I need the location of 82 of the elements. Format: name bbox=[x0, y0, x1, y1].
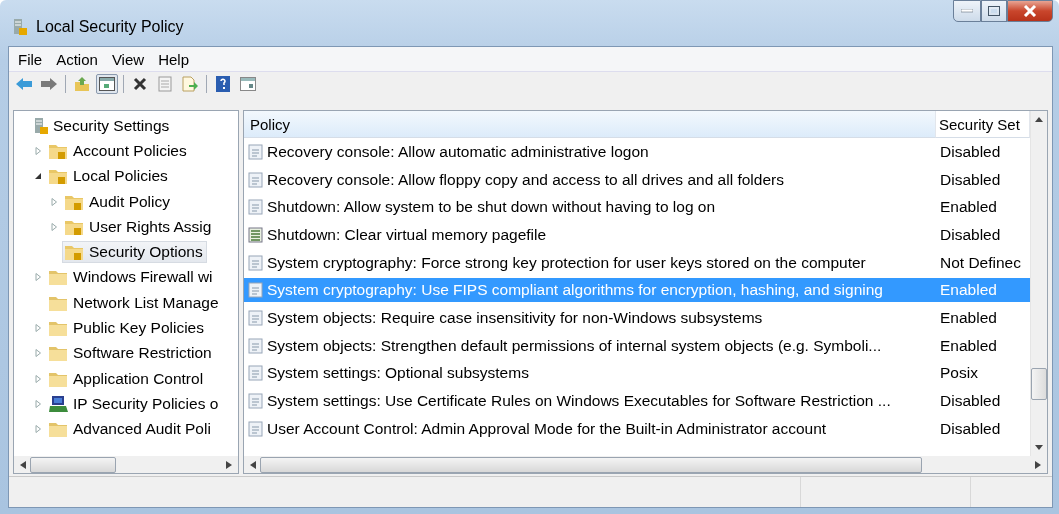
menu-item[interactable]: Help bbox=[151, 48, 196, 70]
maximize-button[interactable] bbox=[981, 0, 1007, 22]
policy-document-icon bbox=[248, 309, 264, 326]
setting-cell-text: Not Definec bbox=[939, 252, 1022, 273]
column-header[interactable]: Security Set bbox=[936, 111, 1030, 138]
policy-cell[interactable]: System objects: Strengthen default permissions of internal system objects (e.g. Symboli... bbox=[244, 333, 936, 358]
minimize-icon bbox=[961, 9, 973, 13]
policy-cell[interactable]: Recovery console: Allow automatic administrative logon bbox=[244, 139, 936, 164]
tree-item[interactable]: Application Control bbox=[46, 367, 208, 390]
policy-document-icon bbox=[248, 337, 264, 354]
minimize-button[interactable] bbox=[953, 0, 981, 22]
locked-folder-icon bbox=[65, 193, 85, 210]
setting-cell-text: Disabled bbox=[939, 391, 1002, 412]
policy-document-icon bbox=[248, 199, 264, 216]
tree-item[interactable]: Security Settings bbox=[30, 114, 174, 137]
policy-document-icon bbox=[248, 143, 264, 160]
folder-icon bbox=[49, 370, 69, 387]
setting-cell-text: Disabled bbox=[939, 224, 1002, 245]
scroll-right-icon[interactable] bbox=[226, 460, 232, 469]
tree-item[interactable]: IP Security Policies o bbox=[46, 392, 223, 415]
window-icon[interactable] bbox=[237, 74, 259, 94]
setting-cell-text: Enabled bbox=[939, 307, 998, 328]
locked-folder-icon bbox=[65, 244, 85, 261]
scroll-left-icon[interactable] bbox=[250, 460, 256, 469]
close-icon bbox=[1023, 5, 1037, 17]
policy-document-icon bbox=[248, 254, 264, 271]
menu-item[interactable]: Action bbox=[49, 48, 105, 70]
scroll-right-icon[interactable] bbox=[1035, 460, 1041, 469]
tree-item[interactable]: Security Options bbox=[62, 241, 207, 264]
tree-item[interactable]: Account Policies bbox=[46, 139, 191, 162]
tree-item[interactable]: Advanced Audit Poli bbox=[46, 418, 215, 441]
tree-item[interactable]: Local Policies bbox=[46, 165, 172, 188]
policy-document-icon bbox=[248, 365, 264, 382]
scrollbar-thumb[interactable] bbox=[1031, 367, 1047, 400]
menu-item[interactable]: File bbox=[11, 48, 50, 70]
policy-cell[interactable]: System cryptography: Force strong key protection for user keys stored on the computer bbox=[244, 250, 936, 275]
setting-cell-text: Enabled bbox=[939, 335, 998, 356]
locked-folder-icon bbox=[49, 142, 69, 159]
policy-cell[interactable]: User Account Control: Admin Approval Mode for the Built-in Administrator account bbox=[244, 416, 936, 441]
tree-item[interactable]: Network List Manage bbox=[46, 291, 223, 314]
scroll-left-icon[interactable] bbox=[20, 460, 26, 469]
column-header[interactable]: Policy bbox=[244, 111, 936, 138]
tree-item[interactable]: Software Restriction bbox=[46, 342, 216, 365]
console-tree-icon[interactable] bbox=[96, 74, 118, 94]
policy-cell[interactable]: Recovery console: Allow floppy copy and access to all drives and all folders bbox=[244, 167, 936, 192]
policy-cell[interactable]: System settings: Optional subsystems bbox=[244, 361, 936, 386]
locked-folder-icon bbox=[65, 218, 85, 235]
policy-cell[interactable]: System settings: Use Certificate Rules on Windows Executables for Software Restriction ... bbox=[244, 389, 936, 414]
close-button[interactable] bbox=[1007, 0, 1053, 22]
window-title: Local Security Policy bbox=[36, 18, 185, 36]
policy-cell[interactable]: Shutdown: Clear virtual memory pagefile bbox=[244, 222, 936, 247]
tree-item[interactable]: Windows Firewall wi bbox=[46, 266, 217, 289]
setting-cell-text: Disabled bbox=[939, 169, 1002, 190]
tree-item[interactable]: Public Key Policies bbox=[46, 317, 208, 339]
policy-cell[interactable]: System objects: Require case insensitivity for non-Windows subsystems bbox=[244, 305, 936, 330]
folder-icon bbox=[49, 294, 69, 311]
expand-arrow-icon[interactable] bbox=[34, 172, 42, 181]
folder-icon bbox=[49, 269, 69, 286]
memory-document-icon bbox=[248, 226, 264, 243]
locked-folder-icon bbox=[49, 168, 69, 185]
policy-document-icon bbox=[248, 282, 264, 299]
tree-item[interactable]: Audit Policy bbox=[62, 190, 174, 213]
scrollbar-thumb[interactable] bbox=[30, 456, 116, 473]
scroll-down-icon[interactable] bbox=[1035, 445, 1043, 450]
setting-cell-text: Posix bbox=[939, 363, 979, 384]
export-icon[interactable] bbox=[179, 74, 201, 94]
policy-document-icon bbox=[248, 393, 264, 410]
folder-icon bbox=[49, 421, 69, 438]
setting-cell-text: Disabled bbox=[939, 141, 1002, 162]
maximize-icon bbox=[988, 6, 1000, 16]
tree-item[interactable]: User Rights Assig bbox=[62, 215, 216, 238]
policy-cell[interactable]: Shutdown: Allow system to be shut down without having to log on bbox=[244, 195, 936, 220]
policy-document-icon bbox=[248, 171, 264, 188]
folder-icon bbox=[49, 320, 69, 336]
folder-icon bbox=[49, 345, 69, 362]
scrollbar-thumb[interactable] bbox=[260, 456, 922, 473]
setting-cell: Enabled bbox=[936, 278, 1030, 303]
policy-document-icon bbox=[248, 420, 264, 437]
setting-cell-text: Disabled bbox=[939, 418, 1002, 439]
setting-cell-text: Enabled bbox=[939, 197, 998, 218]
menu-item[interactable]: View bbox=[104, 48, 152, 70]
scroll-up-icon[interactable] bbox=[1035, 117, 1043, 122]
